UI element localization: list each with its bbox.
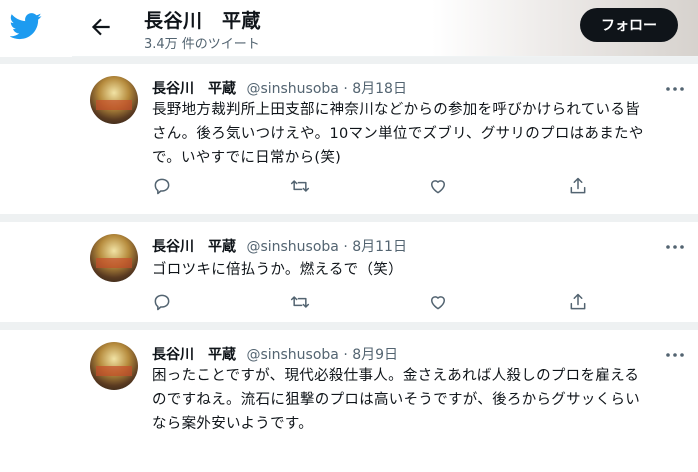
tweet-author-name[interactable]: 長谷川 平蔵 <box>152 81 236 97</box>
more-options-icon[interactable] <box>664 348 686 362</box>
avatar[interactable] <box>90 76 138 124</box>
share-icon[interactable] <box>568 292 588 312</box>
tweet-author-name[interactable]: 長谷川 平蔵 <box>152 347 236 363</box>
retweet-icon[interactable] <box>290 292 310 312</box>
share-icon[interactable] <box>568 176 588 196</box>
tweet-handle[interactable]: @sinshusoba <box>246 347 338 363</box>
tweet-text-line: さん。後ろ気いつけえや。10マン単位でズブリ、グサリのプロはあまたや <box>152 126 644 142</box>
tweet-count: 3.4万 件のツイート <box>144 37 260 52</box>
more-options-icon[interactable] <box>664 240 686 254</box>
divider <box>0 57 698 64</box>
tweet-text: ゴロツキに倍払うか。燃えるで（笑） <box>152 258 672 282</box>
tweet-actions <box>152 292 592 312</box>
back-arrow-icon[interactable] <box>88 14 114 40</box>
retweet-icon[interactable] <box>290 176 310 196</box>
avatar[interactable] <box>90 234 138 282</box>
divider <box>0 214 698 222</box>
tweet-text-line: で。いやすでに日常から(笑) <box>152 150 342 166</box>
twitter-logo-icon[interactable] <box>10 10 42 42</box>
tweet-header: 長谷川 平蔵 @sinshusoba · 8月9日 <box>152 344 398 364</box>
tweet-handle[interactable]: @sinshusoba <box>246 239 338 255</box>
tweet[interactable]: 長谷川 平蔵 @sinshusoba · 8月18日 長野地方裁判所上田支部に神… <box>72 64 698 214</box>
more-options-icon[interactable] <box>664 82 686 96</box>
tweet-text-line: なら案外安いようです。 <box>152 416 314 432</box>
profile-header: 長谷川 平蔵 3.4万 件のツイート フォロー <box>72 0 698 57</box>
tweet[interactable]: 長谷川 平蔵 @sinshusoba · 8月9日 困ったことですが、現代必殺仕… <box>72 330 698 472</box>
reply-icon[interactable] <box>152 176 172 196</box>
reply-icon[interactable] <box>152 292 172 312</box>
follow-button[interactable]: フォロー <box>580 8 678 42</box>
tweet-text-line: 困ったことですが、現代必殺仕事人。金さえあれば人殺しのプロを雇える <box>152 368 640 384</box>
tweet-date[interactable]: 8月18日 <box>352 81 407 97</box>
tweet-text-line: のですねえ。流石に狙撃のプロは高いそうですが、後ろからグサッくらい <box>152 392 641 408</box>
tweet-header: 長谷川 平蔵 @sinshusoba · 8月18日 <box>152 78 407 98</box>
tweet-actions <box>152 176 592 196</box>
like-heart-icon[interactable] <box>428 292 448 312</box>
tweet-text: 困ったことですが、現代必殺仕事人。金さえあれば人殺しのプロを雇える のですねえ。… <box>152 364 672 436</box>
tweet-handle[interactable]: @sinshusoba <box>246 81 338 97</box>
separator-dot: · <box>343 239 348 255</box>
separator-dot: · <box>343 347 348 363</box>
tweet[interactable]: 長谷川 平蔵 @sinshusoba · 8月11日 ゴロツキに倍払うか。燃える… <box>72 222 698 322</box>
left-rail <box>0 0 73 472</box>
separator-dot: · <box>343 81 348 97</box>
tweet-text-line: 長野地方裁判所上田支部に神奈川などからの参加を呼びかけられている皆 <box>152 102 640 118</box>
avatar[interactable] <box>90 342 138 390</box>
tweet-text-line: ゴロツキに倍払うか。燃えるで（笑） <box>152 262 403 278</box>
tweet-author-name[interactable]: 長谷川 平蔵 <box>152 239 236 255</box>
tweet-date[interactable]: 8月9日 <box>352 347 398 363</box>
profile-name: 長谷川 平蔵 <box>144 10 262 32</box>
tweet-date[interactable]: 8月11日 <box>352 239 407 255</box>
divider <box>0 322 698 330</box>
tweet-text: 長野地方裁判所上田支部に神奈川などからの参加を呼びかけられている皆 さん。後ろ気… <box>152 98 672 170</box>
like-heart-icon[interactable] <box>428 176 448 196</box>
tweet-header: 長谷川 平蔵 @sinshusoba · 8月11日 <box>152 236 407 256</box>
